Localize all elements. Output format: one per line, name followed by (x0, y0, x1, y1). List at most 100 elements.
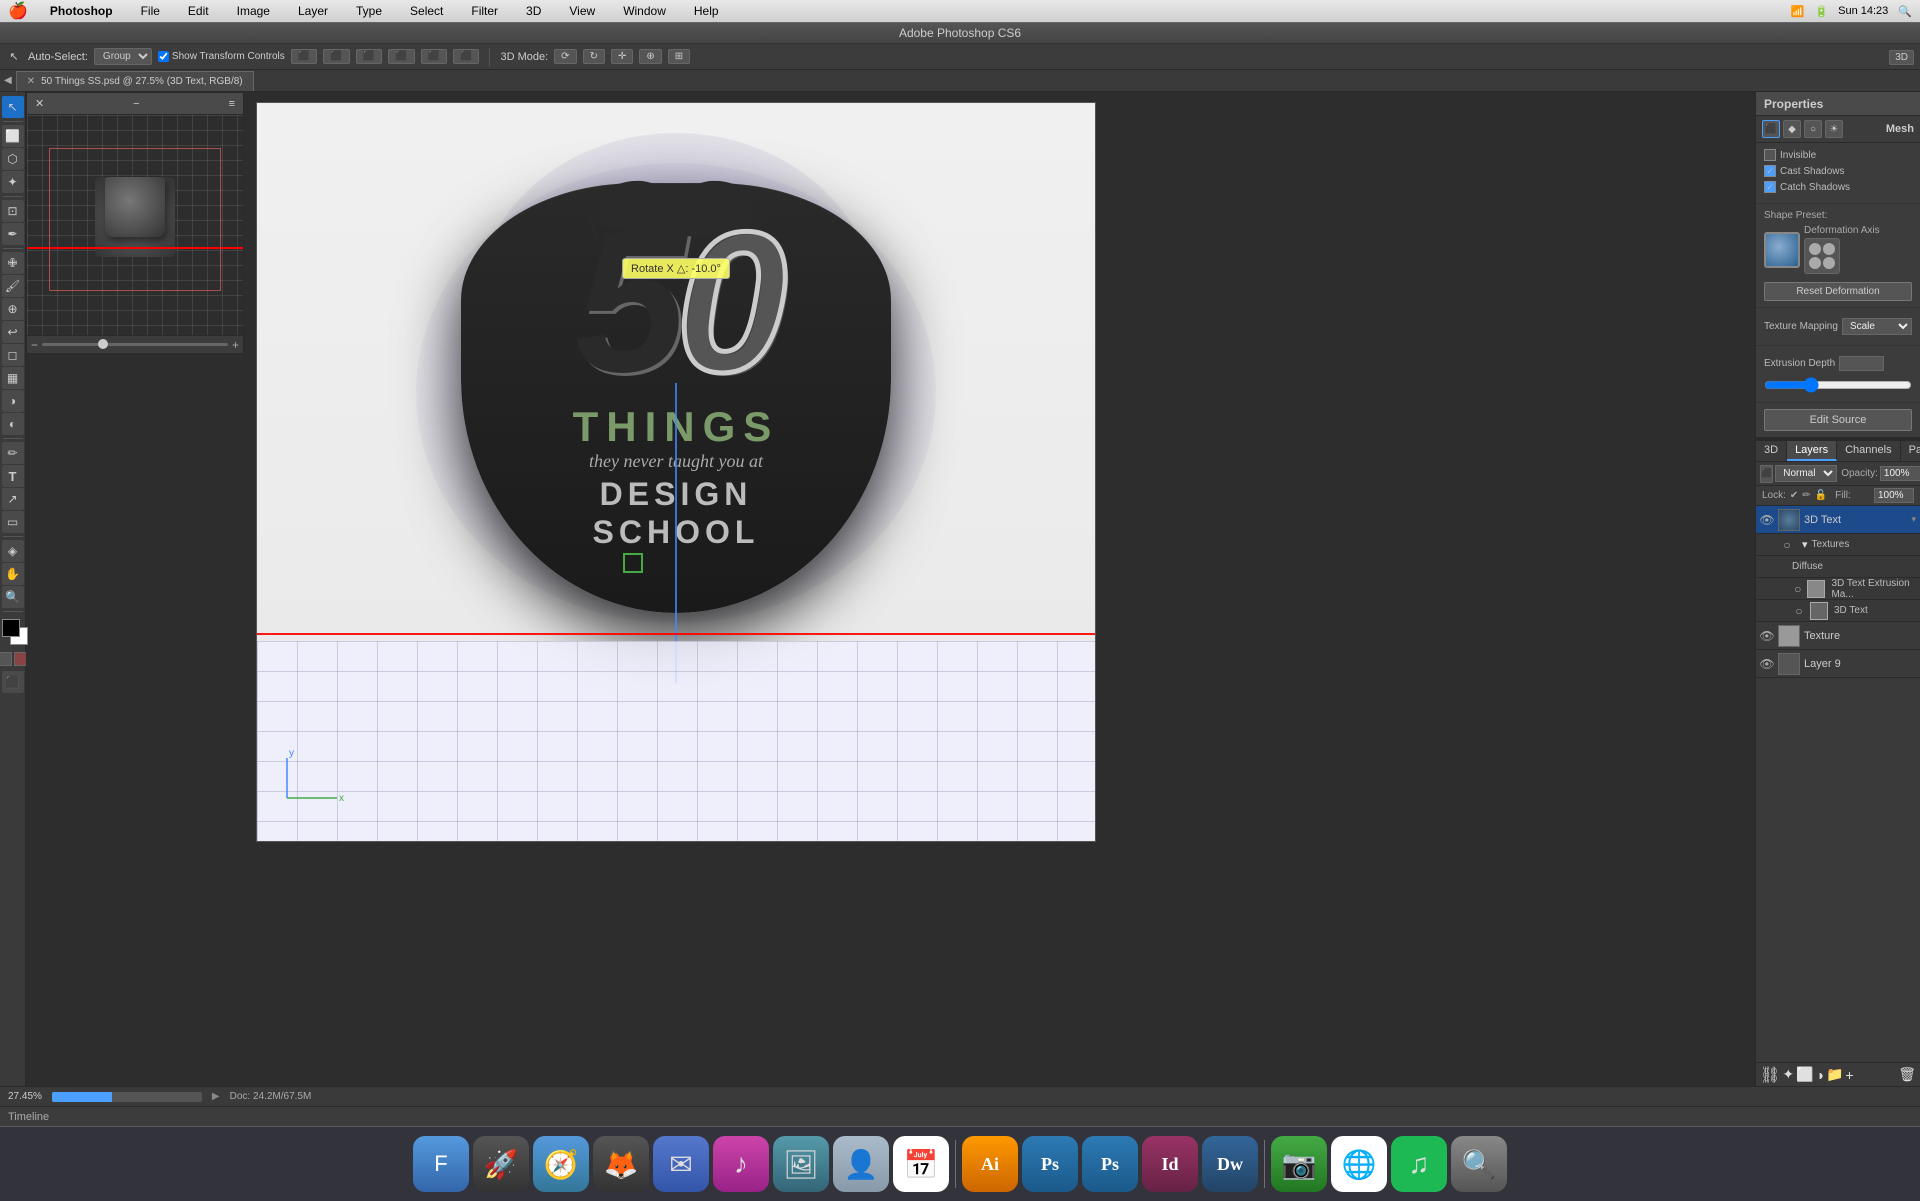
3d-slide-btn[interactable]: ⊕ (639, 49, 661, 64)
dock-photoshop2[interactable]: Ps (1082, 1136, 1138, 1192)
tab-3d[interactable]: 3D (1756, 441, 1787, 461)
dock-dreamweaver[interactable]: Dw (1202, 1136, 1258, 1192)
prop-scene-icon[interactable]: ○ (1804, 120, 1822, 138)
healing-tool[interactable]: ✙ (2, 252, 24, 274)
show-transform-label[interactable]: Show Transform Controls (158, 51, 285, 62)
cast-shadows-checkbox[interactable]: ✓ (1764, 165, 1776, 177)
dock-contacts[interactable]: 👤 (833, 1136, 889, 1192)
nav-collapse-btn[interactable]: − (133, 98, 139, 110)
layer-item-texture[interactable]: 👁 Texture (1756, 622, 1920, 650)
menu-image[interactable]: Image (231, 2, 276, 20)
status-triangle[interactable]: ▶ (212, 1091, 220, 1102)
layer-vis-3dtext[interactable]: 👁 (1760, 513, 1774, 527)
dock-photoshop[interactable]: Ps (1022, 1136, 1078, 1192)
align-center-btn[interactable]: ⬛ (421, 49, 447, 64)
dock-indesign[interactable]: Id (1142, 1136, 1198, 1192)
menu-help[interactable]: Help (688, 2, 725, 20)
menu-filter[interactable]: Filter (465, 2, 504, 20)
align-bottom-btn[interactable]: ⬛ (356, 49, 382, 64)
create-layer-btn[interactable]: + (1845, 1067, 1853, 1083)
blend-mode-select[interactable]: Normal Multiply Screen (1775, 465, 1837, 482)
3d-pan-btn[interactable]: ✛ (611, 49, 633, 64)
prop-light-icon[interactable]: ☀ (1825, 120, 1843, 138)
delete-layer-btn[interactable]: 🗑 (1898, 1066, 1916, 1083)
edit-source-btn[interactable]: Edit Source (1764, 409, 1912, 431)
nav-zoom-out[interactable]: − (31, 338, 38, 352)
tab-layers[interactable]: Layers (1787, 441, 1837, 461)
extrusion-slider[interactable] (1764, 377, 1912, 393)
type-tool[interactable]: T (2, 465, 24, 487)
layer-vis-9[interactable]: 👁 (1760, 657, 1774, 671)
eraser-tool[interactable]: ◻ (2, 344, 24, 366)
zoom-tool[interactable]: 🔍 (2, 586, 24, 608)
invisible-checkbox[interactable] (1764, 149, 1776, 161)
sublayer-diffuse[interactable]: Diffuse (1756, 556, 1920, 578)
dock-itunes[interactable]: ♪ (713, 1136, 769, 1192)
menu-3d[interactable]: 3D (520, 2, 547, 20)
dock-spotify[interactable]: ♫ (1391, 1136, 1447, 1192)
menu-photoshop[interactable]: Photoshop (44, 2, 119, 20)
sublayer-extrusion-mat[interactable]: ○ 3D Text Extrusion Ma... (1756, 578, 1920, 600)
crop-tool[interactable]: ⊡ (2, 200, 24, 222)
sublayer-textures[interactable]: ○ ▾ Textures (1756, 534, 1920, 556)
opacity-input[interactable] (1880, 466, 1920, 481)
layer-item-9[interactable]: 👁 Layer 9 (1756, 650, 1920, 678)
brush-tool[interactable]: 🖌 (2, 275, 24, 297)
sublayer-vis-3dtext[interactable]: ○ (1792, 604, 1806, 618)
standard-mode[interactable] (0, 652, 12, 666)
history-brush-tool[interactable]: ↩ (2, 321, 24, 343)
nav-zoom-thumb[interactable] (98, 339, 108, 349)
create-adjustment-btn[interactable]: ◑ (1815, 1067, 1823, 1083)
sublayer-vis-textures[interactable]: ○ (1780, 538, 1794, 552)
create-group-btn[interactable]: 📁 (1826, 1066, 1843, 1083)
blur-tool[interactable]: ◑ (2, 390, 24, 412)
doc-close-btn[interactable]: ✕ (27, 76, 35, 87)
dock-mail[interactable]: ✉ (653, 1136, 709, 1192)
tab-previous-icon[interactable]: ◀ (4, 75, 12, 86)
link-layers-btn[interactable]: ⛓ (1760, 1065, 1780, 1085)
dock-facetime[interactable]: 📷 (1271, 1136, 1327, 1192)
dock-calendar[interactable]: 📅 (893, 1136, 949, 1192)
texture-mapping-select[interactable]: Scale Tile (1842, 318, 1912, 335)
add-mask-btn[interactable]: ⬜ (1796, 1066, 1813, 1083)
gradient-tool[interactable]: ▦ (2, 367, 24, 389)
clone-tool[interactable]: ⊕ (2, 298, 24, 320)
lock-pixel-btn[interactable]: ✔ (1790, 490, 1798, 501)
nav-expand-btn[interactable]: ≡ (229, 98, 235, 110)
align-left-btn[interactable]: ⬛ (388, 49, 414, 64)
expand-textures[interactable]: ▾ (1802, 538, 1808, 551)
3d-canvas[interactable]: Rotate X △: -10.0° (256, 102, 1096, 842)
filter-kind-btn[interactable]: ⬛ (1760, 465, 1773, 483)
layer-expand-3dtext[interactable]: ▾ (1911, 514, 1916, 525)
prop-deform-icon[interactable]: ◆ (1783, 120, 1801, 138)
dock-preview[interactable]: 🖼 (773, 1136, 829, 1192)
align-middle-btn[interactable]: ⬛ (323, 49, 349, 64)
foreground-color[interactable] (2, 619, 20, 637)
nav-zoom-in[interactable]: + (232, 338, 239, 352)
path-select-tool[interactable]: ↗ (2, 488, 24, 510)
align-top-btn[interactable]: ⬛ (291, 49, 317, 64)
move-tool[interactable]: ↖ (2, 96, 24, 118)
dock-finder[interactable]: F (413, 1136, 469, 1192)
move-tool-icon[interactable]: ↖ (6, 49, 22, 65)
shape-preset-thumb[interactable] (1764, 232, 1800, 268)
dock-firefox[interactable]: 🦊 (593, 1136, 649, 1192)
show-transform-checkbox[interactable] (158, 51, 169, 62)
menu-edit[interactable]: Edit (182, 2, 215, 20)
menu-file[interactable]: File (135, 2, 166, 20)
screen-mode-btn[interactable]: ⬛ (2, 671, 24, 693)
nav-close-btn[interactable]: ✕ (35, 97, 44, 110)
3d-tool[interactable]: ◈ (2, 540, 24, 562)
menu-select[interactable]: Select (404, 2, 449, 20)
layer-item-3dtext[interactable]: 👁 3D Text ▾ (1756, 506, 1920, 534)
extrusion-value[interactable]: 1466 (1839, 356, 1884, 371)
3d-roll-btn[interactable]: ↻ (583, 49, 605, 64)
quick-select-tool[interactable]: ✦ (2, 171, 24, 193)
lasso-tool[interactable]: ⬡ (2, 148, 24, 170)
dock-finder2[interactable]: 🔍 (1451, 1136, 1507, 1192)
dock-illustrator[interactable]: Ai (962, 1136, 1018, 1192)
shape-tool[interactable]: ▭ (2, 511, 24, 533)
dock-safari[interactable]: 🧭 (533, 1136, 589, 1192)
3d-rotate-btn[interactable]: ⟳ (554, 49, 576, 64)
marquee-tool[interactable]: ⬜ (2, 125, 24, 147)
